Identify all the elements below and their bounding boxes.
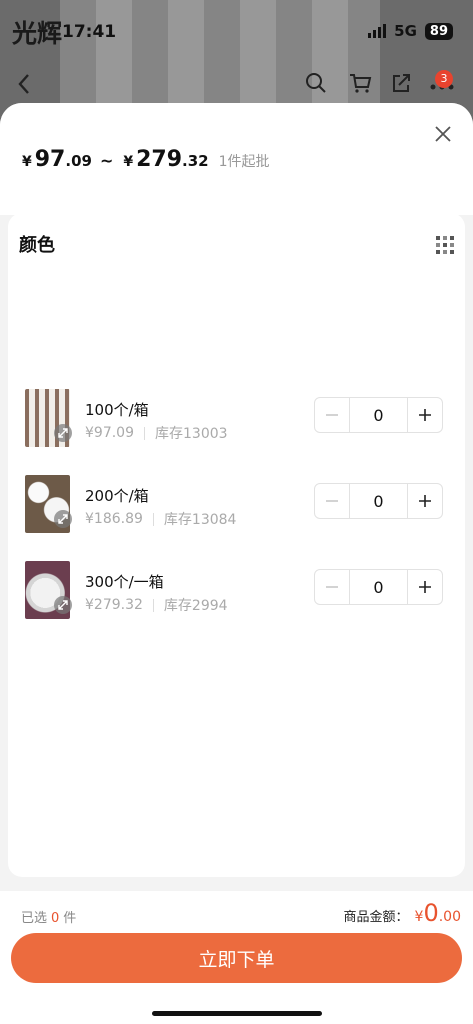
minus-icon xyxy=(326,414,338,416)
quantity-stepper: 0 xyxy=(314,483,443,519)
total-label: 商品金额： xyxy=(343,910,409,925)
price-low-dec: .09 xyxy=(65,152,92,170)
sku-name: 200个/箱 xyxy=(85,487,149,505)
sku-price: ¥186.89 xyxy=(85,511,143,527)
battery-badge: 89 xyxy=(424,22,453,40)
sku-selector-sheet: ¥ 97 .09 ~ ¥ 279 .32 1件起批 颜色 100个/箱 ¥97.… xyxy=(0,103,473,1024)
currency-symbol: ¥ xyxy=(123,154,134,170)
order-now-button[interactable]: 立即下单 xyxy=(11,933,462,983)
increment-button[interactable] xyxy=(408,398,442,432)
divider xyxy=(152,512,154,526)
divider xyxy=(144,426,145,440)
sku-meta: ¥186.89 库存13084 xyxy=(85,509,236,529)
range-tilde: ~ xyxy=(99,151,114,170)
cart-count-badge: 3 xyxy=(435,70,453,88)
divider xyxy=(152,598,154,612)
increment-button[interactable] xyxy=(408,484,442,518)
quantity-value[interactable]: 0 xyxy=(349,398,408,432)
network-label: 5G xyxy=(394,22,417,40)
carrier-label: 光辉 xyxy=(12,19,63,48)
quantity-value[interactable]: 0 xyxy=(349,570,408,604)
grid-icon[interactable] xyxy=(435,235,455,255)
quantity-value[interactable]: 0 xyxy=(349,484,408,518)
expand-icon[interactable] xyxy=(54,424,72,442)
price-low-int: 97 xyxy=(34,147,66,172)
quantity-stepper: 0 xyxy=(314,569,443,605)
selected-count: 0 xyxy=(51,911,60,926)
sku-price: ¥97.09 xyxy=(85,425,134,441)
decrement-button[interactable] xyxy=(315,398,349,432)
share-icon[interactable] xyxy=(390,72,412,94)
selected-prefix: 已选 xyxy=(21,911,48,926)
plus-icon xyxy=(419,495,431,507)
price-high-int: 279 xyxy=(136,147,183,172)
close-icon[interactable] xyxy=(430,121,456,147)
sku-stock: 库存13003 xyxy=(155,426,228,442)
sku-row: 300个/一箱 ¥279.32 库存2994 0 xyxy=(8,561,465,631)
home-indicator[interactable] xyxy=(152,1011,322,1016)
expand-icon[interactable] xyxy=(54,510,72,528)
minus-icon xyxy=(326,586,338,588)
cart-icon[interactable] xyxy=(348,72,372,94)
status-time: 17:41 xyxy=(62,22,117,42)
decrement-button[interactable] xyxy=(315,484,349,518)
total-int: 0 xyxy=(423,899,439,927)
selected-summary: 已选 0 件 xyxy=(21,907,76,926)
currency-symbol: ¥ xyxy=(22,154,32,170)
sku-card: 颜色 100个/箱 ¥97.09 库存13003 0 200个/箱 ¥186.8… xyxy=(8,213,465,877)
selected-unit: 件 xyxy=(63,911,77,926)
total-amount: 商品金额： ¥ 0 .00 xyxy=(344,899,461,927)
order-footer: 已选 0 件 商品金额： ¥ 0 .00 立即下单 xyxy=(0,891,473,1024)
sku-meta: ¥97.09 库存13003 xyxy=(85,423,228,443)
sku-name: 100个/箱 xyxy=(85,401,149,419)
back-icon[interactable] xyxy=(16,72,32,96)
price-range: ¥ 97 .09 ~ ¥ 279 .32 1件起批 xyxy=(22,147,270,172)
expand-icon[interactable] xyxy=(54,596,72,614)
sku-stock: 库存13084 xyxy=(163,512,237,528)
plus-icon xyxy=(419,409,431,421)
plus-icon xyxy=(419,581,431,593)
sku-stock: 库存2994 xyxy=(163,598,228,614)
status-indicators: 5G 89 xyxy=(368,22,453,40)
sku-price: ¥279.32 xyxy=(85,597,143,613)
sku-name: 300个/一箱 xyxy=(85,573,164,591)
sku-meta: ¥279.32 库存2994 xyxy=(85,595,228,615)
increment-button[interactable] xyxy=(408,570,442,604)
sku-row: 100个/箱 ¥97.09 库存13003 0 xyxy=(8,389,465,459)
sku-row: 200个/箱 ¥186.89 库存13084 0 xyxy=(8,475,465,545)
sheet-header: ¥ 97 .09 ~ ¥ 279 .32 1件起批 xyxy=(0,103,473,215)
section-title: 颜色 xyxy=(19,235,55,256)
min-order-label: 1件起批 xyxy=(218,154,270,170)
total-dec: .00 xyxy=(438,909,461,925)
signal-icon xyxy=(368,24,387,38)
decrement-button[interactable] xyxy=(315,570,349,604)
quantity-stepper: 0 xyxy=(314,397,443,433)
minus-icon xyxy=(326,500,338,502)
total-currency: ¥ xyxy=(414,909,424,925)
price-high-dec: .32 xyxy=(182,152,209,170)
search-icon[interactable] xyxy=(305,72,327,94)
